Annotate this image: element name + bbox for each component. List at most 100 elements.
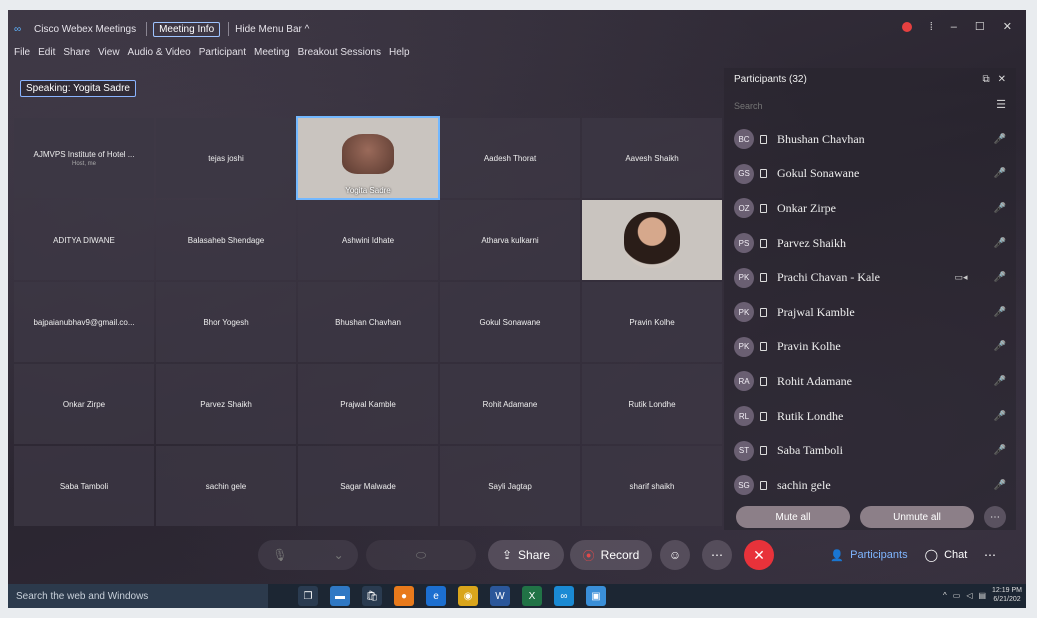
maximize-button[interactable]: ☐ xyxy=(975,20,985,33)
webex-taskbar-icon[interactable]: ∞ xyxy=(554,586,574,606)
more-options-button[interactable]: ⋯ xyxy=(702,540,732,570)
video-tile[interactable]: Gokul Sonawane xyxy=(440,282,580,362)
video-camera-icon: ⬭ xyxy=(415,547,427,562)
edge-icon[interactable]: e xyxy=(426,586,446,606)
participants-button[interactable]: 👤 Participants xyxy=(826,540,912,570)
word-icon[interactable]: W xyxy=(490,586,510,606)
video-tile[interactable]: Bhor Yogesh xyxy=(156,282,296,362)
menu-breakout-sessions[interactable]: Breakout Sessions xyxy=(298,47,381,58)
unmute-all-button[interactable]: Unmute all xyxy=(860,506,974,528)
video-tile[interactable] xyxy=(582,200,722,280)
participant-row[interactable]: RA Rohit Adamane 🎤 xyxy=(734,364,1006,399)
video-tile[interactable]: ADITYA DIWANE xyxy=(14,200,154,280)
network-icon[interactable]: ▭ xyxy=(953,591,961,600)
muted-mic-icon[interactable]: 🎤 xyxy=(994,134,1006,145)
menu-edit[interactable]: Edit xyxy=(38,47,55,58)
mute-all-button[interactable]: Mute all xyxy=(736,506,850,528)
volume-icon[interactable]: ◁ xyxy=(966,591,972,600)
sort-list-icon[interactable]: ☰ xyxy=(996,98,1006,111)
video-tile[interactable]: Rohit Adamane xyxy=(440,364,580,444)
taskbar-search[interactable]: Search the web and Windows xyxy=(8,584,268,608)
meeting-info-button[interactable]: Meeting Info xyxy=(153,21,221,37)
menu-help[interactable]: Help xyxy=(389,47,410,58)
excel-icon[interactable]: X xyxy=(522,586,542,606)
firefox-icon[interactable]: ● xyxy=(394,586,414,606)
video-tile[interactable]: sachin gele xyxy=(156,446,296,526)
video-tile[interactable]: Bhushan Chavhan xyxy=(298,282,438,362)
video-tile[interactable]: Aadesh Thorat xyxy=(440,118,580,198)
menu-file[interactable]: File xyxy=(14,47,30,58)
controls-more-button[interactable]: ⋯ xyxy=(978,540,1002,570)
participant-row[interactable]: ST Saba Tamboli 🎤 xyxy=(734,433,1006,468)
muted-mic-icon[interactable]: 🎤 xyxy=(994,480,1006,491)
video-tile[interactable]: Parvez Shaikh xyxy=(156,364,296,444)
share-button[interactable]: ⇪ Share xyxy=(488,540,564,570)
video-tile[interactable]: Saba Tamboli xyxy=(14,446,154,526)
muted-mic-icon[interactable]: 🎤 xyxy=(994,272,1006,283)
store-bag-icon[interactable]: 🛍 xyxy=(362,586,382,606)
reactions-button[interactable]: ☺ xyxy=(660,540,690,570)
device-icon xyxy=(760,238,767,248)
muted-mic-icon[interactable]: 🎤 xyxy=(994,341,1006,352)
video-tile[interactable]: Pravin Kolhe xyxy=(582,282,722,362)
avatar: PK xyxy=(734,267,754,288)
participant-row[interactable]: PS Parvez Shaikh 🎤 xyxy=(734,226,1006,261)
clock-date: 6/21/202 xyxy=(993,596,1021,603)
menu-audio-video[interactable]: Audio & Video xyxy=(128,47,191,58)
muted-mic-icon[interactable]: 🎤 xyxy=(994,307,1006,318)
popout-icon[interactable]: ⧉ xyxy=(982,74,989,85)
muted-mic-icon[interactable]: 🎤 xyxy=(994,238,1006,249)
more-window-icon[interactable]: ⁞ xyxy=(930,21,933,33)
panel-more-button[interactable]: ⋯ xyxy=(984,506,1006,528)
participant-row[interactable]: PK Prachi Chavan - Kale ▭◂ 🎤 xyxy=(734,260,1006,295)
panel-actions: Mute all Unmute all ⋯ xyxy=(736,506,1006,528)
tray-chevron-icon[interactable]: ^ xyxy=(943,591,947,600)
task-view-icon[interactable]: ❐ xyxy=(298,586,318,606)
muted-mic-icon[interactable]: 🎤 xyxy=(994,411,1006,422)
video-tile[interactable]: Atharva kulkarni xyxy=(440,200,580,280)
video-tile[interactable]: Prajwal Kamble xyxy=(298,364,438,444)
muted-mic-icon[interactable]: 🎤 xyxy=(994,168,1006,179)
menu-view[interactable]: View xyxy=(98,47,120,58)
video-tile[interactable]: Rutik Londhe xyxy=(582,364,722,444)
participant-row[interactable]: RL Rutik Londhe 🎤 xyxy=(734,399,1006,434)
hide-menu-bar-button[interactable]: Hide Menu Bar ^ xyxy=(235,24,309,35)
video-tile[interactable]: Yogita Sadre xyxy=(296,116,440,200)
menu-share[interactable]: Share xyxy=(63,47,90,58)
close-panel-icon[interactable]: ✕ xyxy=(998,74,1006,85)
participant-row[interactable]: PK Prajwal Kamble 🎤 xyxy=(734,295,1006,330)
video-tile[interactable]: sharif shaikh xyxy=(582,446,722,526)
minimize-button[interactable]: – xyxy=(951,21,957,33)
video-tile[interactable]: Sayli Jagtap xyxy=(440,446,580,526)
muted-mic-icon[interactable]: 🎤 xyxy=(994,376,1006,387)
close-window-button[interactable]: ✕ xyxy=(1003,20,1012,33)
menu-participant[interactable]: Participant xyxy=(199,47,246,58)
app-window-icon[interactable]: ▣ xyxy=(586,586,606,606)
store-icon[interactable]: ▬ xyxy=(330,586,350,606)
video-tile[interactable]: Sagar Malwade xyxy=(298,446,438,526)
video-tile[interactable]: tejas joshi xyxy=(156,118,296,198)
video-tile[interactable]: Ashwini Idhate xyxy=(298,200,438,280)
clock[interactable]: 12:19 PM 6/21/202 xyxy=(992,586,1022,604)
participant-row[interactable]: OZ Onkar Zirpe 🎤 xyxy=(734,191,1006,226)
notifications-icon[interactable]: ▤ xyxy=(978,591,986,600)
leave-meeting-button[interactable]: ✕ xyxy=(744,540,774,570)
record-button[interactable]: ⦿ Record xyxy=(570,540,652,570)
video-tile[interactable]: Onkar Zirpe xyxy=(14,364,154,444)
video-tile[interactable]: bajpaianubhav9@gmail.co... xyxy=(14,282,154,362)
video-tile[interactable]: Balasaheb Shendage xyxy=(156,200,296,280)
menu-meeting[interactable]: Meeting xyxy=(254,47,290,58)
participant-row[interactable]: PK Pravin Kolhe 🎤 xyxy=(734,330,1006,365)
muted-mic-icon[interactable]: 🎤 xyxy=(994,445,1006,456)
participant-row[interactable]: BC Bhushan Chavhan 🎤 xyxy=(734,122,1006,157)
video-tile[interactable]: Aavesh Shaikh xyxy=(582,118,722,198)
video-tile[interactable]: AJMVPS Institute of Hotel ... Host, me xyxy=(14,118,154,198)
start-video-button[interactable]: ⬭ xyxy=(366,540,476,570)
chat-button[interactable]: ◯ Chat xyxy=(918,540,974,570)
chrome-icon[interactable]: ◉ xyxy=(458,586,478,606)
participant-search-input[interactable] xyxy=(734,98,994,114)
participant-row[interactable]: GS Gokul Sonawane 🎤 xyxy=(734,157,1006,192)
participant-row[interactable]: SG sachin gele 🎤 xyxy=(734,468,1006,503)
mute-button[interactable]: 🎙 ⌄ xyxy=(258,540,358,570)
muted-mic-icon[interactable]: 🎤 xyxy=(994,203,1006,214)
